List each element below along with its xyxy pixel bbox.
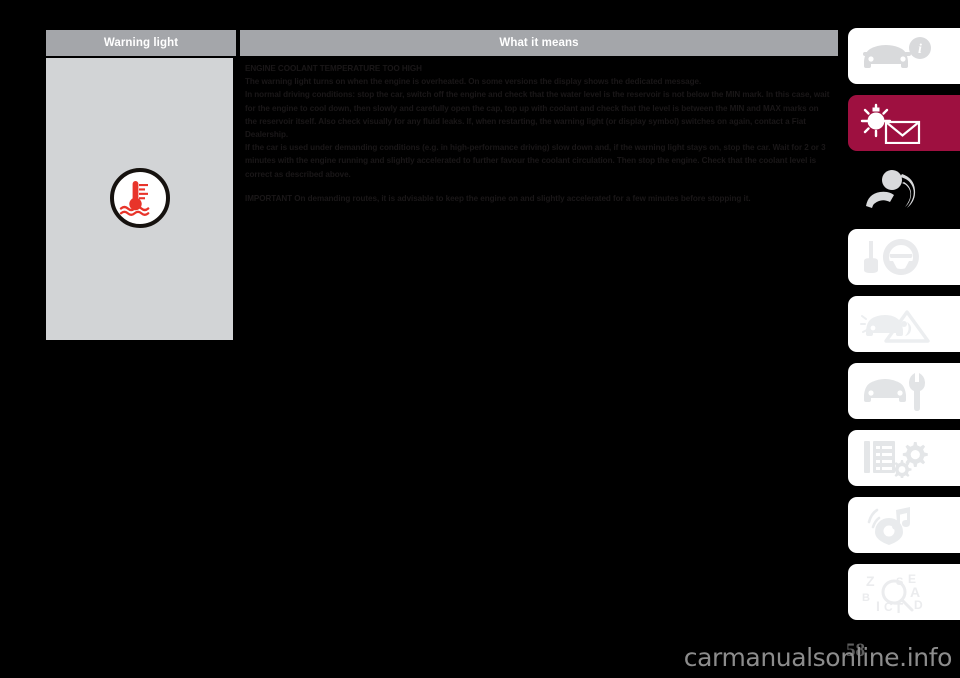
multimedia-music-icon — [860, 504, 934, 546]
tab-technical-specifications[interactable] — [848, 430, 960, 486]
engine-coolant-temperature-warning-symbol — [109, 168, 170, 228]
airbag-safety-icon — [860, 170, 934, 210]
section-tab-rail: i Z B I C T S E A D — [848, 28, 960, 631]
warning-title: ENGINE COOLANT TEMPERATURE TOO HIGH — [245, 64, 422, 73]
key-steering-wheel-icon — [860, 237, 934, 277]
site-watermark: carmanualsonline.info — [683, 643, 953, 672]
table-header-row: Warning light What it means — [46, 30, 838, 56]
warning-important-note: IMPORTANT On demanding routes, it is adv… — [245, 193, 751, 203]
car-wrench-icon — [860, 371, 934, 411]
warning-light-cell — [46, 58, 233, 340]
tab-starting-and-driving[interactable] — [848, 229, 960, 285]
tab-safety[interactable] — [848, 162, 960, 218]
svg-text:Z: Z — [866, 573, 875, 589]
warning-description: ENGINE COOLANT TEMPERATURE TOO HIGH The … — [245, 62, 830, 205]
tab-maintenance-and-care[interactable] — [848, 363, 960, 419]
svg-text:i: i — [918, 42, 922, 57]
warning-paragraph-1: The warning light turns on when the engi… — [245, 77, 702, 87]
tab-warning-lights-and-messages[interactable] — [848, 95, 960, 151]
svg-text:D: D — [914, 598, 923, 612]
warning-paragraph-2: In normal driving conditions: stop the c… — [245, 90, 830, 140]
tab-multimedia[interactable] — [848, 497, 960, 553]
column-header-warning-light: Warning light — [46, 30, 236, 56]
table-body-row: ENGINE COOLANT TEMPERATURE TOO HIGH The … — [46, 58, 838, 340]
tab-alphabetical-index[interactable]: Z B I C T S E A D — [848, 564, 960, 620]
tab-dashboard-and-controls[interactable]: i — [848, 28, 960, 84]
column-header-what-it-means: What it means — [240, 30, 838, 56]
what-it-means-cell: ENGINE COOLANT TEMPERATURE TOO HIGH The … — [237, 58, 838, 340]
svg-text:B: B — [862, 592, 870, 604]
symbol-wrapper — [109, 168, 170, 228]
warning-paragraph-3: If the car is used under demanding condi… — [245, 143, 826, 179]
list-gears-icon — [860, 438, 934, 478]
manual-page: Warning light What it means ENGINE COOLA… — [0, 0, 960, 678]
alphabetical-index-icon: Z B I C T S E A D — [860, 571, 944, 613]
warning-light-table: Warning light What it means ENGINE COOLA… — [46, 30, 838, 340]
car-info-icon: i — [860, 37, 934, 75]
tab-in-an-emergency[interactable] — [848, 296, 960, 352]
warning-lamp-message-icon — [860, 102, 940, 144]
svg-text:I: I — [876, 598, 880, 613]
car-hazard-triangle-icon — [860, 304, 938, 344]
